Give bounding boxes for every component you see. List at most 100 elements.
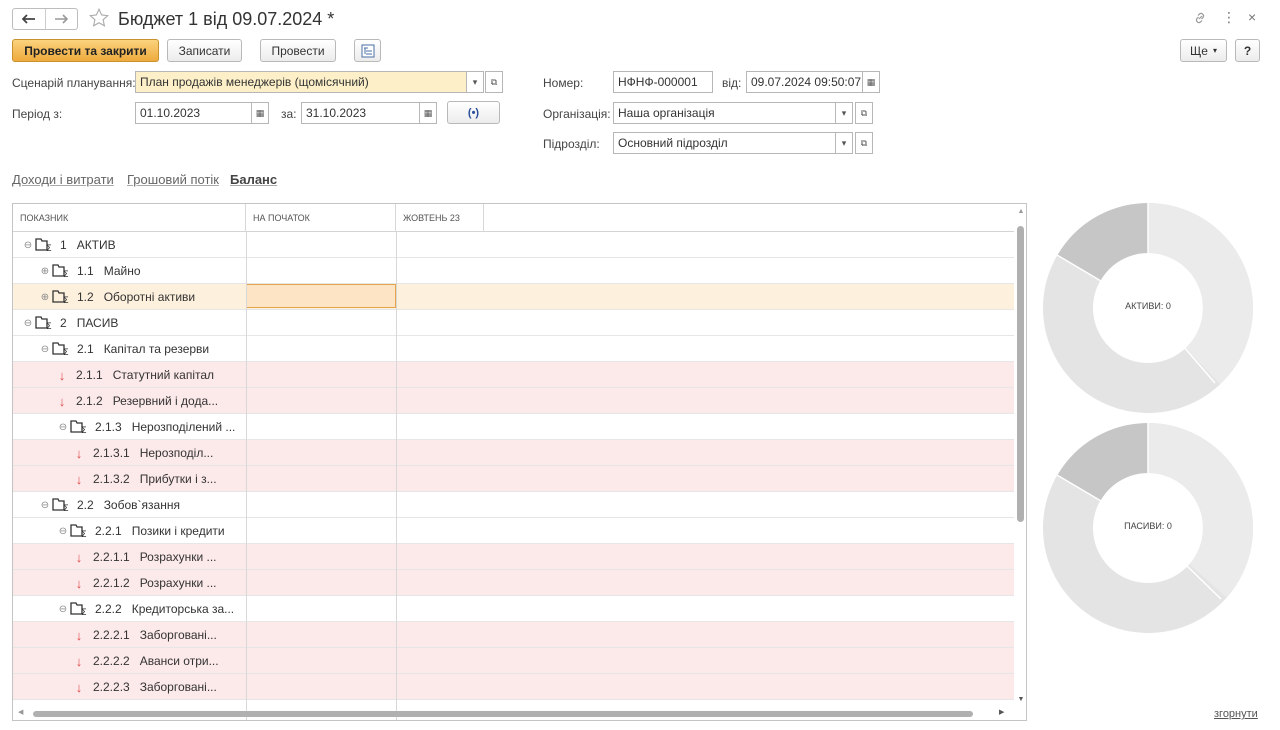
calendar-icon: ▦ [866, 76, 876, 87]
indicator-cell[interactable]: ↓ 2.1.3.2 Прибутки і з... [13, 466, 245, 492]
close-icon[interactable]: × [1248, 9, 1256, 25]
post-button[interactable]: Провести [260, 39, 336, 62]
org-field[interactable]: Наша організація [613, 102, 836, 124]
post-and-close-button[interactable]: Провести та закрити [12, 39, 159, 62]
more-button[interactable]: Ще ▾ [1180, 39, 1227, 62]
table-row[interactable]: ⊖ Σ 2.2.2 Кредиторська за... [13, 596, 1014, 622]
period-to-field[interactable]: 31.10.2023 [301, 102, 420, 124]
collapse-toggle-icon[interactable]: ⊖ [56, 526, 70, 537]
table-row[interactable]: ↓ 2.1.3.2 Прибутки і з... [13, 466, 1014, 492]
scroll-thumb-horizontal[interactable] [33, 711, 973, 717]
period-select-button[interactable]: (•) [447, 101, 500, 124]
scroll-left-icon[interactable]: ◀ [18, 708, 23, 716]
selected-cell[interactable] [246, 284, 396, 308]
collapse-toggle-icon[interactable]: ⊖ [21, 240, 35, 251]
collapse-toggle-icon[interactable]: ⊖ [56, 604, 70, 615]
period-to-calendar-button[interactable]: ▦ [419, 102, 437, 124]
indicator-cell[interactable]: ↓ 2.1.1 Статутний капітал [13, 362, 245, 388]
more-options-icon[interactable]: ⋮ [1222, 9, 1236, 26]
scroll-thumb[interactable] [1017, 226, 1024, 522]
table-row[interactable]: ⊖ Σ 2 ПАСИВ [13, 310, 1014, 336]
svg-text:Σ: Σ [81, 530, 87, 538]
tab-balance[interactable]: Баланс [230, 172, 277, 187]
back-button[interactable] [13, 9, 46, 29]
table-row[interactable]: ↓ 2.1.3.1 Нерозподіл... [13, 440, 1014, 466]
indicator-cell[interactable]: ↓ 2.2.1.2 Розрахунки ... [13, 570, 245, 596]
column-divider [396, 232, 397, 720]
arrow-down-icon: ↓ [58, 393, 66, 409]
period-from-calendar-button[interactable]: ▦ [251, 102, 269, 124]
collapse-toggle-icon[interactable]: ⊖ [21, 318, 35, 329]
save-button[interactable]: Записати [167, 39, 242, 62]
date-calendar-button[interactable]: ▦ [862, 71, 880, 93]
indicator-cell[interactable]: ↓ 2.2.2.1 Заборговані... [13, 622, 245, 648]
scenario-open-button[interactable]: ⧉ [485, 71, 503, 93]
number-field[interactable]: НФНФ-000001 [613, 71, 713, 93]
table-row[interactable]: ↓ 2.2.1.2 Розрахунки ... [13, 570, 1014, 596]
scroll-right-icon[interactable]: ▶ [999, 708, 1004, 716]
header-october[interactable]: ЖОВТЕНЬ 23 [396, 204, 484, 232]
indicator-number: 2.1.3 [95, 420, 122, 434]
indicator-cell[interactable]: ↓ 2.2.2.2 Аванси отри... [13, 648, 245, 674]
indicator-cell[interactable]: ⊖ Σ 2.2 Зобов`язання [13, 492, 245, 518]
indicator-cell[interactable]: ↓ 2.1.3.1 Нерозподіл... [13, 440, 245, 466]
dept-dropdown-button[interactable]: ▾ [835, 132, 853, 154]
table-row[interactable]: ↓ 2.2.1.1 Розрахунки ... [13, 544, 1014, 570]
expand-toggle-icon[interactable]: ⊕ [38, 266, 52, 277]
scroll-up-icon[interactable]: ▲ [1016, 208, 1026, 215]
table-row[interactable]: ⊖ Σ 2.1 Капітал та резерви [13, 336, 1014, 362]
header-indicator[interactable]: ПОКАЗНИК [13, 204, 246, 232]
period-from-field[interactable]: 01.10.2023 [135, 102, 252, 124]
forward-button[interactable] [46, 9, 78, 29]
favorite-star-icon[interactable] [88, 7, 110, 32]
indicator-name: Оборотні активи [103, 290, 196, 304]
table-row[interactable]: ⊖ Σ 2.1.3 Нерозподілений ... [13, 414, 1014, 440]
indicator-cell[interactable]: ⊕ Σ 1.1 Майно [13, 258, 245, 284]
table-row[interactable]: ↓ 2.1.1 Статутний капітал [13, 362, 1014, 388]
date-field[interactable]: 09.07.2024 09:50:07 [746, 71, 863, 93]
collapse-toggle-icon[interactable]: ⊖ [38, 500, 52, 511]
link-icon[interactable] [1192, 10, 1208, 29]
scroll-down-icon[interactable]: ▼ [1016, 696, 1026, 703]
help-button[interactable]: ? [1235, 39, 1260, 62]
table-row[interactable]: ⊖ Σ 2.2 Зобов`язання [13, 492, 1014, 518]
table-row[interactable]: ⊕ Σ 1.1 Майно [13, 258, 1014, 284]
collapse-link[interactable]: згорнути [1214, 708, 1258, 720]
indicator-cell[interactable]: ⊖ Σ 2.1.3 Нерозподілений ... [13, 414, 245, 440]
arrow-down-icon: ↓ [75, 627, 83, 643]
collapse-toggle-icon[interactable]: ⊖ [38, 344, 52, 355]
indicator-cell[interactable]: ⊖ Σ 2 ПАСИВ [13, 310, 245, 336]
table-row[interactable]: ⊕ Σ 1.2 Оборотні активи [13, 284, 1014, 310]
dept-open-button[interactable]: ⧉ [855, 132, 873, 154]
indicator-cell[interactable]: ↓ 2.2.2.3 Заборговані... [13, 674, 245, 700]
org-open-button[interactable]: ⧉ [855, 102, 873, 124]
scenario-dropdown-button[interactable]: ▾ [466, 71, 484, 93]
indicator-cell[interactable]: ↓ 2.2.1.1 Розрахунки ... [13, 544, 245, 570]
indicator-name: Прибутки і з... [139, 472, 217, 486]
indicator-cell[interactable]: ⊖ Σ 2.2.2 Кредиторська за... [13, 596, 245, 622]
vertical-scrollbar[interactable]: ▲ ▼ [1016, 208, 1026, 708]
horizontal-scrollbar[interactable]: ◀ ▶ [13, 708, 1014, 720]
nav-buttons [12, 8, 78, 30]
indicator-cell[interactable]: ↓ 2.1.2 Резервний і дода... [13, 388, 245, 414]
table-row[interactable]: ↓ 2.2.2.3 Заборговані... [13, 674, 1014, 700]
collapse-toggle-icon[interactable]: ⊖ [56, 422, 70, 433]
table-row[interactable]: ↓ 2.2.2.2 Аванси отри... [13, 648, 1014, 674]
indicator-cell[interactable]: ⊖ Σ 2.2.1 Позики і кредити [13, 518, 245, 544]
header-opening[interactable]: НА ПОЧАТОК [246, 204, 396, 232]
tab-cash-flow[interactable]: Грошовий потік [127, 172, 219, 187]
expand-toggle-icon[interactable]: ⊕ [38, 292, 52, 303]
indicator-cell[interactable]: ⊕ Σ 1.2 Оборотні активи [13, 284, 245, 310]
scenario-field[interactable]: План продажів менеджерів (щомісячний) [135, 71, 467, 93]
dept-field[interactable]: Основний підрозділ [613, 132, 836, 154]
table-row[interactable]: ↓ 2.2.2.1 Заборговані... [13, 622, 1014, 648]
report-structure-button[interactable] [354, 39, 381, 62]
arrow-down-icon: ↓ [75, 575, 83, 591]
indicator-cell[interactable]: ⊖ Σ 1 АКТИВ [13, 232, 245, 258]
table-row[interactable]: ↓ 2.1.2 Резервний і дода... [13, 388, 1014, 414]
table-row[interactable]: ⊖ Σ 1 АКТИВ [13, 232, 1014, 258]
org-dropdown-button[interactable]: ▾ [835, 102, 853, 124]
indicator-cell[interactable]: ⊖ Σ 2.1 Капітал та резерви [13, 336, 245, 362]
table-row[interactable]: ⊖ Σ 2.2.1 Позики і кредити [13, 518, 1014, 544]
tab-income-expenses[interactable]: Доходи і витрати [12, 172, 114, 187]
